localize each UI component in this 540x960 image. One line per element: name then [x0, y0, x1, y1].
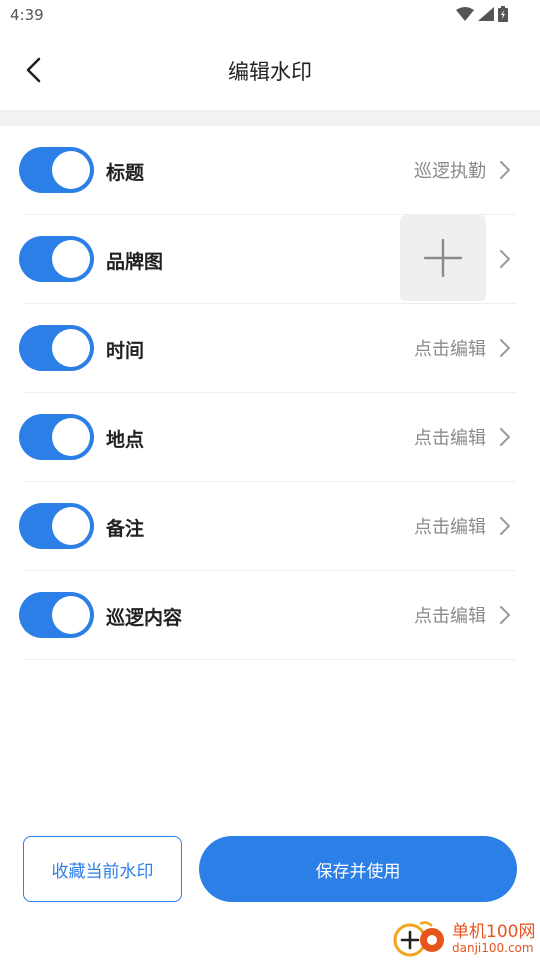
- watermark-brand: 单机100网: [452, 921, 536, 942]
- row-time[interactable]: 时间 点击编辑: [0, 304, 540, 393]
- title-toggle[interactable]: [19, 147, 94, 193]
- row-value[interactable]: 点击编辑: [414, 513, 486, 539]
- battery-icon: [498, 6, 508, 22]
- toggle-knob: [52, 596, 90, 634]
- row-value[interactable]: 点击编辑: [414, 424, 486, 450]
- row-remark[interactable]: 备注 点击编辑: [0, 482, 540, 571]
- chevron-right-icon: [500, 161, 510, 179]
- toggle-knob: [52, 507, 90, 545]
- toggle-knob: [52, 240, 90, 278]
- chevron-right-icon: [500, 250, 510, 268]
- wifi-icon: [456, 7, 474, 21]
- chevron-right-icon: [500, 428, 510, 446]
- time-toggle[interactable]: [19, 325, 94, 371]
- row-label: 巡逻内容: [106, 607, 183, 629]
- site-watermark: 单机100网 danji100.com: [392, 918, 540, 960]
- watermark-settings-list: 标题 巡逻执勤 品牌图 时间 点击编辑 地点 点击编辑 备注 点击编辑 巡逻内容…: [0, 126, 540, 660]
- toggle-knob: [52, 151, 90, 189]
- row-label: 地点: [106, 429, 145, 451]
- toggle-knob: [52, 329, 90, 367]
- chevron-right-icon: [500, 339, 510, 357]
- row-value[interactable]: 点击编辑: [414, 602, 486, 628]
- save-and-use-button[interactable]: 保存并使用: [199, 836, 517, 902]
- chevron-right-icon: [500, 606, 510, 624]
- page-title: 编辑水印: [228, 60, 312, 84]
- status-bar: 4:39: [0, 0, 540, 32]
- remark-toggle[interactable]: [19, 503, 94, 549]
- row-title[interactable]: 标题 巡逻执勤: [0, 126, 540, 215]
- row-value[interactable]: 点击编辑: [414, 335, 486, 361]
- row-patrol-content[interactable]: 巡逻内容 点击编辑: [0, 571, 540, 660]
- app-header: 编辑水印: [0, 32, 540, 110]
- signal-icon: [478, 7, 494, 21]
- chevron-right-icon: [500, 517, 510, 535]
- toggle-knob: [52, 418, 90, 456]
- plus-icon: [423, 238, 463, 278]
- row-value[interactable]: 巡逻执勤: [414, 157, 486, 183]
- collect-watermark-button[interactable]: 收藏当前水印: [23, 836, 182, 902]
- add-brand-image-button[interactable]: [400, 215, 486, 301]
- row-label: 备注: [106, 518, 145, 540]
- row-label: 品牌图: [106, 251, 164, 273]
- status-time: 4:39: [10, 6, 44, 24]
- status-icons: [456, 6, 508, 22]
- row-label: 标题: [106, 162, 145, 184]
- row-label: 时间: [106, 340, 145, 362]
- section-divider: [0, 110, 540, 126]
- location-toggle[interactable]: [19, 414, 94, 460]
- watermark-url: danji100.com: [452, 940, 534, 955]
- brand-logo-icon: [392, 918, 448, 960]
- brand-image-toggle[interactable]: [19, 236, 94, 282]
- divider: [24, 659, 516, 660]
- row-location[interactable]: 地点 点击编辑: [0, 393, 540, 482]
- patrol-content-toggle[interactable]: [19, 592, 94, 638]
